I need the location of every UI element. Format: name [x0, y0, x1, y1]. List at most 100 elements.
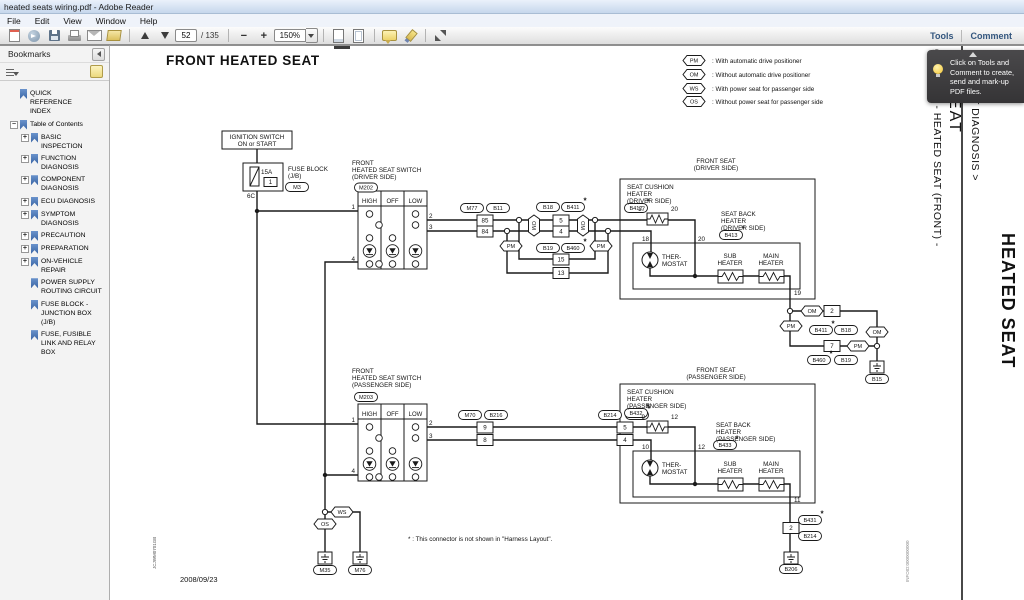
expander-icon[interactable]: − — [10, 121, 18, 129]
expander-icon[interactable]: + — [21, 198, 29, 206]
zoom-dropdown-icon[interactable] — [306, 28, 318, 43]
next-page-button[interactable] — [157, 28, 173, 43]
menu-window[interactable]: Window — [89, 16, 133, 26]
bookmark-item[interactable]: +ECU DIAGNOSIS — [10, 197, 106, 207]
page-total: / 135 — [201, 31, 219, 40]
menu-help[interactable]: Help — [133, 16, 164, 26]
print-icon[interactable] — [66, 28, 82, 43]
fullscreen-icon[interactable] — [433, 28, 449, 43]
document-area: PMOMWSOSOMOMPMPMOMPMPMOMWSOS185845415132… — [110, 45, 1024, 600]
diagram-label: LOW — [409, 412, 423, 418]
bookmark-item[interactable]: +FUNCTION DIAGNOSIS — [10, 154, 106, 172]
expander-icon[interactable]: + — [21, 232, 29, 240]
bookmark-item[interactable]: + BASIC INSPECTION — [10, 133, 106, 151]
diagram-label: ON or START — [238, 141, 277, 148]
diagram-label: HEATED SEAT SWITCH — [352, 375, 422, 382]
collapse-panel-button[interactable] — [92, 48, 105, 61]
bookmark-label: Table of Contents — [30, 120, 92, 129]
connector-id: B206 — [784, 567, 797, 573]
expander-icon[interactable]: + — [21, 258, 29, 266]
expander-icon[interactable]: + — [21, 134, 29, 142]
diagram-label: LOW — [409, 199, 423, 205]
diagram-label: 6C — [247, 193, 256, 200]
save-icon[interactable] — [46, 28, 62, 43]
switch-contact — [389, 474, 396, 481]
menu-view[interactable]: View — [56, 16, 88, 26]
switch-contact — [366, 474, 373, 481]
connector-id: B19 — [543, 246, 553, 252]
pin-number: 13 — [558, 270, 565, 277]
expander-icon[interactable]: + — [21, 176, 29, 184]
bookmark-icon — [31, 300, 38, 310]
bookmark-item[interactable]: POWER SUPPLY ROUTING CIRCUIT — [10, 278, 106, 296]
bookmark-item[interactable]: +PRECAUTION — [10, 231, 106, 241]
zoom-out-button[interactable]: − — [236, 28, 252, 43]
fit-page-icon[interactable] — [351, 28, 367, 43]
highlight-icon[interactable] — [402, 28, 418, 43]
expander-icon[interactable]: + — [21, 245, 29, 253]
diagram-label: HEATER — [627, 396, 653, 403]
connector-id: B411 — [815, 328, 828, 334]
diagram-label: SUB — [724, 461, 737, 468]
bookmark-label: BASIC INSPECTION — [41, 133, 103, 151]
scrolling-mode-icon[interactable] — [331, 28, 347, 43]
zoom-in-button[interactable]: + — [256, 28, 272, 43]
bookmark-item[interactable]: − Table of Contents — [10, 120, 106, 130]
diagram-label: HIGH — [362, 199, 377, 205]
previous-page-button[interactable] — [137, 28, 153, 43]
connector-id: B11 — [493, 206, 503, 212]
options-dropdown-icon[interactable] — [6, 67, 19, 77]
switch-contact — [366, 235, 373, 242]
diagram-label: : Without automatic drive positioner — [712, 72, 810, 79]
junction-dot — [323, 473, 327, 477]
tools-button[interactable]: Tools — [922, 31, 961, 41]
junction-circle — [605, 228, 610, 233]
share-pdf-icon[interactable] — [106, 28, 122, 43]
switch-contact — [389, 235, 396, 242]
email-icon[interactable] — [86, 28, 102, 43]
junction-circle — [504, 228, 509, 233]
option-badge-label: WS — [338, 510, 347, 516]
document-icon[interactable] — [6, 28, 22, 43]
adobe-reader-window: heated seats wiring.pdf - Adobe Reader F… — [0, 0, 1024, 600]
pin-number: 2 — [830, 308, 834, 315]
connector-id: B413 — [724, 233, 737, 239]
menu-edit[interactable]: Edit — [28, 16, 57, 26]
sticky-note-icon[interactable] — [382, 28, 398, 43]
page-number-input[interactable] — [175, 29, 197, 42]
heater-element — [718, 481, 743, 489]
bookmark-icon — [31, 257, 38, 267]
diagram-label: (PASSENGER SIDE) — [627, 403, 686, 410]
chevron-up-icon[interactable] — [969, 52, 977, 57]
connector-id: B214 — [803, 534, 816, 540]
junction-dot — [693, 482, 697, 486]
diagram-label: HEATER — [721, 218, 747, 225]
bookmark-item[interactable]: +ON-VEHICLE REPAIR — [10, 257, 106, 275]
option-badge-label: PM — [597, 244, 606, 250]
diagram-label: 3 — [429, 433, 433, 440]
bookmark-item[interactable]: +SYMPTOM DIAGNOSIS — [10, 210, 106, 228]
bookmark-item[interactable]: QUICK REFERENCE INDEX — [10, 89, 106, 117]
toolbar: / 135 − + 150% Tools Comment — [0, 27, 1024, 45]
menu-file[interactable]: File — [0, 16, 28, 26]
bookmark-label: FUSE, FUSIBLE LINK AND RELAY BOX — [41, 330, 103, 358]
diagram-label: 4 — [351, 256, 355, 263]
expand-current-bookmark-icon[interactable] — [90, 65, 103, 78]
comment-button[interactable]: Comment — [962, 31, 1020, 41]
bookmark-label: QUICK REFERENCE INDEX — [30, 89, 92, 117]
connector-id: M35 — [320, 568, 331, 574]
diagram-label: HEATED SEAT — [998, 233, 1018, 368]
bookmark-item[interactable]: FUSE BLOCK - JUNCTION BOX (J/B) — [10, 300, 106, 328]
bookmark-item[interactable]: +PREPARATION — [10, 244, 106, 254]
switch-contact — [412, 211, 419, 218]
pin-number: 84 — [482, 229, 489, 236]
send-file-icon[interactable] — [26, 28, 42, 43]
junction-circle — [516, 217, 521, 222]
expander-icon[interactable]: + — [21, 211, 29, 219]
zoom-level-value[interactable]: 150% — [274, 29, 306, 42]
bookmark-item[interactable]: +COMPONENT DIAGNOSIS — [10, 175, 106, 193]
pin-number: 15 — [558, 257, 565, 264]
expander-icon[interactable]: + — [21, 155, 29, 163]
bookmark-item[interactable]: FUSE, FUSIBLE LINK AND RELAY BOX — [10, 330, 106, 358]
diagram-label: HEATER — [627, 191, 653, 198]
